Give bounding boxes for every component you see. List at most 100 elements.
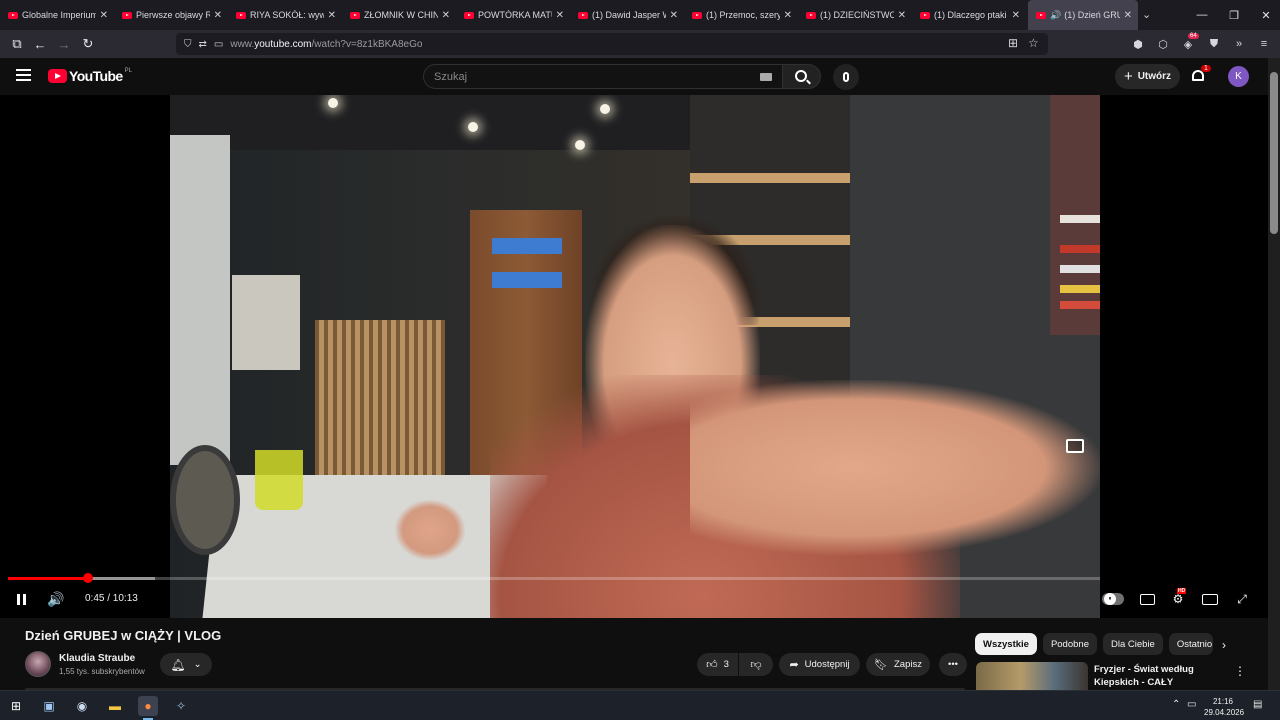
suggestion-thumbnail[interactable] <box>976 662 1088 690</box>
more-vertical-icon[interactable]: ⋮ <box>1234 664 1246 678</box>
scrubber-handle[interactable] <box>83 573 94 583</box>
youtube-logo[interactable]: YouTube PL <box>48 68 132 84</box>
page-scrollbar[interactable] <box>1268 58 1280 690</box>
account-avatar[interactable]: K <box>1228 66 1249 87</box>
clock[interactable]: 21:16 29.04.2026 <box>1204 696 1244 718</box>
file-explorer-icon[interactable]: ▬ <box>105 696 125 716</box>
tab-close-icon[interactable]: ✕ <box>328 10 336 21</box>
tab-close-icon[interactable]: ✕ <box>784 10 792 21</box>
reader-view-icon[interactable]: ⊞ <box>1008 36 1018 50</box>
channel-name[interactable]: Klaudia Straube <box>59 653 135 664</box>
start-windows-icon[interactable]: ⊞ <box>6 696 26 716</box>
tray-chevron-up-icon[interactable]: ⌃ <box>1172 699 1180 710</box>
tab-close-icon[interactable]: ✕ <box>1012 10 1020 21</box>
channel-avatar[interactable] <box>25 651 51 677</box>
volume-icon[interactable]: 🔊 <box>47 590 65 608</box>
keyboard-icon[interactable] <box>760 73 772 81</box>
subtitles-button[interactable] <box>1138 591 1156 607</box>
tab-close-icon[interactable]: ✕ <box>214 10 222 21</box>
notifications-center-icon[interactable]: ▤ <box>1253 699 1262 710</box>
chip-for-you[interactable]: Dla Ciebie <box>1102 633 1163 655</box>
theater-icon <box>1202 593 1218 605</box>
youtube-header: YouTube PL +Utwórz 1 K <box>0 58 1268 95</box>
progress-bar[interactable] <box>8 573 1100 583</box>
sidebar-toggle-icon[interactable]: ⧉ <box>8 35 26 53</box>
youtube-play-icon <box>48 69 67 83</box>
tab-close-icon[interactable]: ✕ <box>898 10 906 21</box>
back-icon[interactable]: ← <box>31 35 49 53</box>
privacy-icon[interactable]: ⛊ <box>1207 37 1221 51</box>
list-all-tabs-icon[interactable]: ⌄ <box>1142 8 1151 21</box>
search-input[interactable] <box>434 70 734 83</box>
reload-icon[interactable]: ↻ <box>79 35 97 53</box>
overflow-chevron-icon[interactable]: » <box>1232 37 1246 51</box>
like-button[interactable]: 👍︎ 3 <box>697 653 738 676</box>
camera-off-icon[interactable]: ▭ <box>214 39 223 50</box>
tab-close-icon[interactable]: ✕ <box>556 10 564 21</box>
browser-tab[interactable]: (1) Dawid Jasper WIZ✕ <box>570 0 684 30</box>
tab-close-icon[interactable]: ✕ <box>442 10 450 21</box>
related-filter-chips: Wszystkie Podobne Dla Ciebie Ostatnio <box>975 633 1219 655</box>
video-frame[interactable] <box>170 95 1100 618</box>
extensions-icon[interactable]: ⬡ <box>1156 37 1170 51</box>
firefox-icon[interactable]: ● <box>138 696 158 720</box>
create-button[interactable]: + Utwórz <box>1115 64 1180 89</box>
forward-icon[interactable]: → <box>55 35 73 53</box>
played-bar <box>8 577 89 580</box>
url-bar[interactable]: ⛉ ⇄ ▭ www.youtube.com/watch?v=8z1kBKA8eG… <box>176 33 1048 55</box>
browser-tab-active[interactable]: 🔊(1) Dzień GRUBEJ✕ <box>1028 0 1138 30</box>
browser-tab[interactable]: POWTÓRKA MATURAL✕ <box>456 0 570 30</box>
tab-close-icon[interactable]: ✕ <box>100 10 108 21</box>
settings-button[interactable]: ⚙ HD <box>1169 588 1187 607</box>
tab-close-icon[interactable]: ✕ <box>670 10 678 21</box>
taskbar: ⊞ ▣ ◉ ▬ ● ✧ ⌃ ▭ ▤ <box>0 690 1280 720</box>
speaker-icon[interactable]: 🔊 <box>1050 10 1061 21</box>
browser-tab[interactable]: (1) DZIECIŃSTWO NA✕ <box>798 0 912 30</box>
extension-shield-icon[interactable]: ⬢ <box>1131 37 1145 51</box>
more-horizontal-icon: ••• <box>948 659 958 670</box>
voice-search-button[interactable] <box>833 64 859 90</box>
fullscreen-button[interactable]: ⤢ <box>1233 591 1251 607</box>
browser-tab[interactable]: Pierwsze objawy RAK✕ <box>114 0 228 30</box>
chip-recent[interactable]: Ostatnio <box>1168 633 1213 655</box>
browser-tab[interactable]: (1) Dlaczego ptaki lat✕ <box>912 0 1026 30</box>
video-player[interactable]: 🔊 0:45 / 10:13 ⚙HD ⤢ <box>0 95 1268 618</box>
this-pc-icon[interactable]: ▣ <box>39 696 59 716</box>
menu-icon[interactable]: ≡ <box>1257 37 1271 51</box>
steam-icon[interactable]: ◉ <box>72 696 92 716</box>
youtube-favicon-icon <box>464 11 474 19</box>
browser-tab[interactable]: RIYA SOKÓŁ: wywiad✕ <box>228 0 342 30</box>
search-button[interactable] <box>783 64 821 89</box>
bookmark-star-icon[interactable]: ☆ <box>1028 36 1039 50</box>
notifications-button[interactable]: 1 <box>1190 65 1211 84</box>
share-icon: ➦ <box>789 659 799 671</box>
chevron-right-icon[interactable]: › <box>1222 638 1226 652</box>
subscription-bell-button[interactable]: 🔔︎ ⌄ <box>160 653 212 676</box>
autoplay-toggle[interactable] <box>1102 593 1124 605</box>
window-close-icon[interactable]: ✕ <box>1250 0 1280 30</box>
miniplayer-icon[interactable] <box>1066 439 1084 453</box>
guide-menu-icon[interactable] <box>16 69 31 81</box>
chip-similar[interactable]: Podobne <box>1042 633 1097 655</box>
theater-mode-button[interactable] <box>1201 591 1219 607</box>
shield-icon[interactable]: ⛉ <box>184 39 192 50</box>
more-actions-button[interactable]: ••• <box>939 653 967 676</box>
pause-button[interactable] <box>14 590 28 608</box>
permissions-icon[interactable]: ⇄ <box>199 39 207 50</box>
chip-all[interactable]: Wszystkie <box>975 633 1037 655</box>
browser-tab[interactable]: ZŁOMNIK W CHINACH✕ <box>342 0 456 30</box>
notification-badge: 1 <box>1201 65 1211 72</box>
save-button[interactable]: 🔖︎ Zapisz <box>866 653 930 676</box>
tab-close-icon[interactable]: ✕ <box>1124 10 1132 21</box>
share-button[interactable]: ➦ Udostępnij <box>779 653 860 676</box>
minimize-icon[interactable]: — <box>1186 0 1218 30</box>
browser-tab[interactable]: Globalne Imperium B✕ <box>0 0 114 30</box>
dislike-button[interactable]: 👎︎ <box>739 653 773 676</box>
ublock-icon[interactable]: ◈ 64 <box>1181 33 1199 51</box>
restore-icon[interactable]: ❐ <box>1218 0 1250 30</box>
network-icon[interactable]: ▭ <box>1187 699 1196 710</box>
youtube-favicon-icon <box>578 11 588 19</box>
app-icon[interactable]: ✧ <box>171 696 191 716</box>
browser-tab[interactable]: (1) Przemoc, szeryfo✕ <box>684 0 798 30</box>
scrollbar-thumb[interactable] <box>1270 72 1278 234</box>
